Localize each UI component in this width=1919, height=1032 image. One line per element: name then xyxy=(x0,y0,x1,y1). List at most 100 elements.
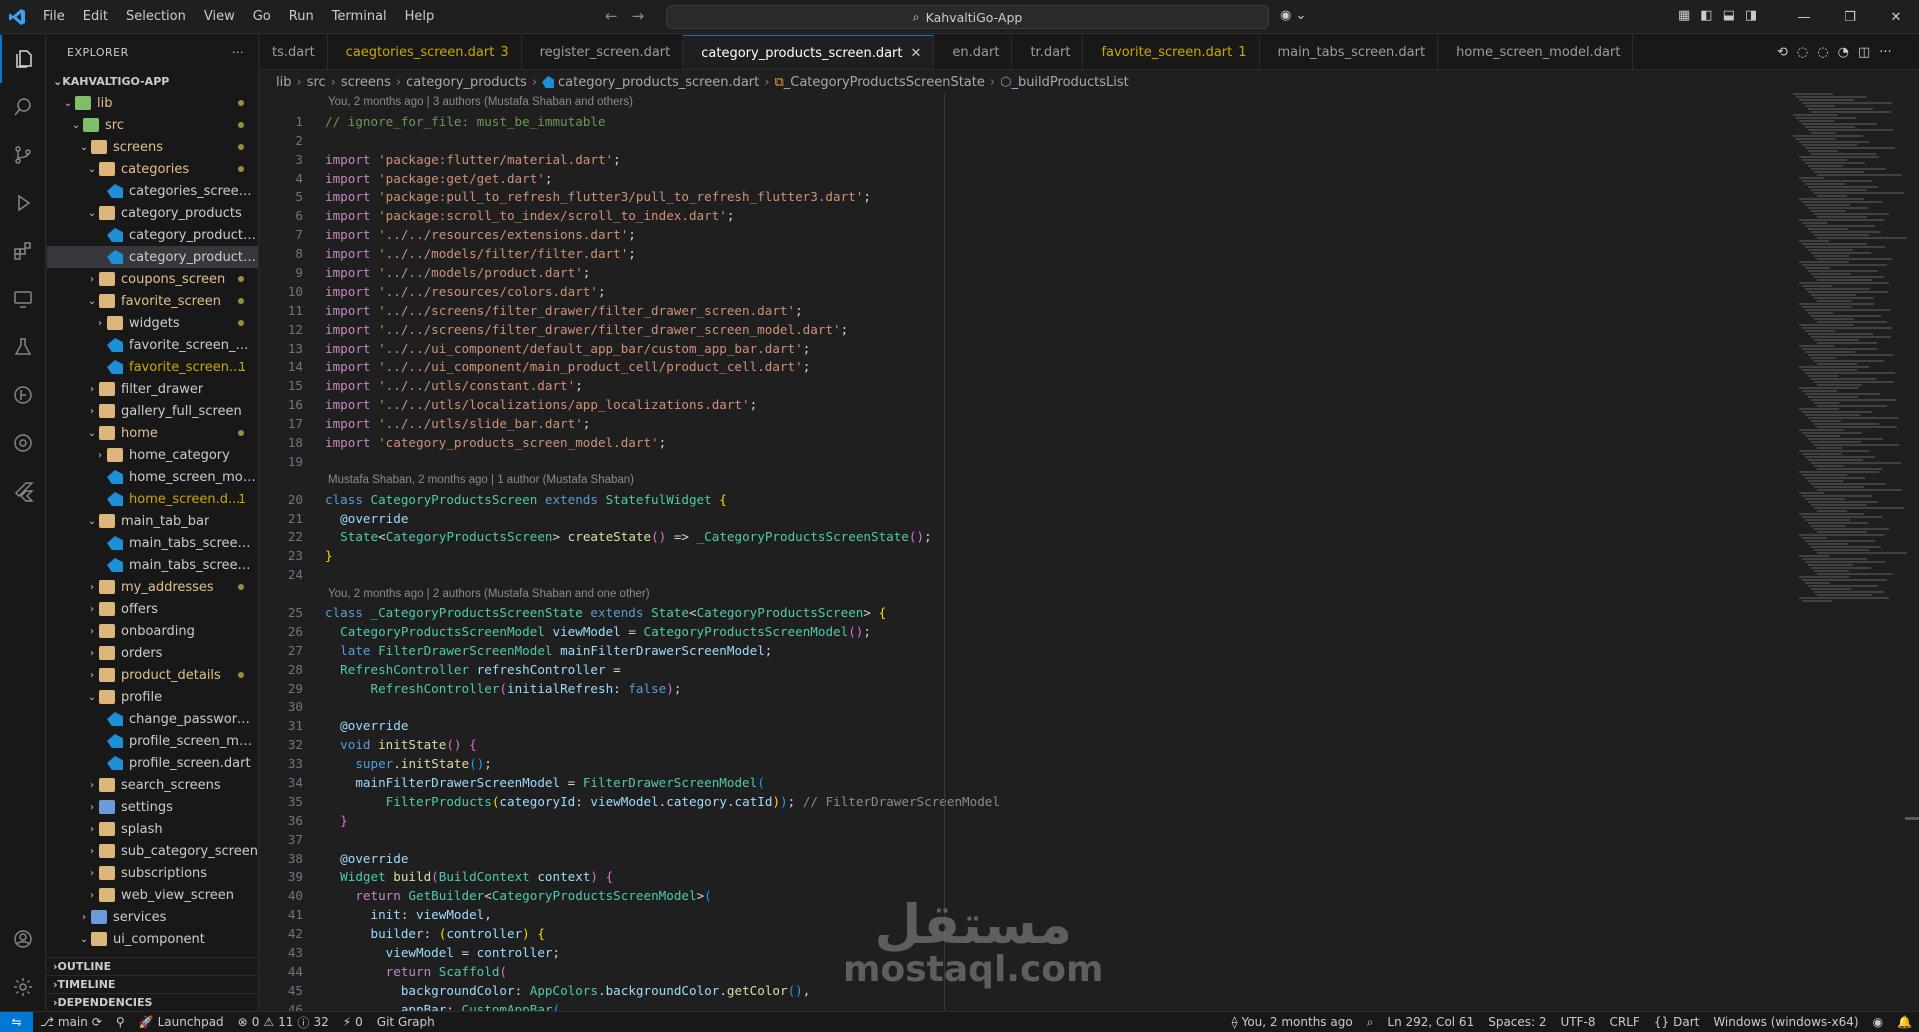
git-fetch-icon[interactable]: ⚲ xyxy=(109,1015,132,1029)
settings-gear-icon[interactable] xyxy=(0,963,46,1011)
explorer-icon[interactable] xyxy=(0,35,46,83)
folder-item[interactable]: ⌄ ui_component xyxy=(47,928,258,950)
section-dependencies[interactable]: › DEPENDENCIES xyxy=(47,993,258,1011)
folder-item[interactable]: › filter_drawer xyxy=(47,378,258,400)
breadcrumb-item[interactable]: src xyxy=(307,75,326,90)
testing-icon[interactable] xyxy=(0,323,46,371)
folder-item[interactable]: › coupons_screen xyxy=(47,268,258,290)
folder-item[interactable]: › search_screens xyxy=(47,774,258,796)
git-branch[interactable]: ⎇ main ⟳ xyxy=(33,1015,109,1029)
file-item[interactable]: category_products_... xyxy=(47,246,258,268)
cursor-position[interactable]: Ln 292, Col 61 xyxy=(1380,1015,1481,1029)
menu-item-view[interactable]: View xyxy=(195,9,244,24)
file-item[interactable]: categories_screen_... xyxy=(47,180,258,202)
section-timeline[interactable]: › TIMELINE xyxy=(47,975,258,993)
tab-file[interactable]: caegtories_screen.dart 3 xyxy=(328,35,522,69)
blame-annotation[interactable]: Mustafa Shaban, 2 months ago | 1 author … xyxy=(260,471,1760,490)
folder-item[interactable]: › splash xyxy=(47,818,258,840)
notifications-bell-icon[interactable]: 🔔 xyxy=(1890,1015,1919,1029)
menu-item-terminal[interactable]: Terminal xyxy=(323,9,396,24)
run-debug-icon[interactable] xyxy=(0,179,46,227)
toggle-secondary-sidebar-icon[interactable]: ◨ xyxy=(1745,8,1757,23)
gitlens-icon[interactable] xyxy=(0,419,46,467)
tab-file[interactable]: en.dart xyxy=(934,35,1013,69)
breadcrumb-item[interactable]: _buildProductsList xyxy=(1011,75,1128,90)
folder-item[interactable]: ⌄ src xyxy=(47,114,258,136)
file-item[interactable]: main_tabs_screen_... xyxy=(47,532,258,554)
file-item[interactable]: main_tabs_screen.d... xyxy=(47,554,258,576)
file-item[interactable]: favorite_screen_mo... xyxy=(47,334,258,356)
split-editor-icon[interactable]: ◫ xyxy=(1858,45,1870,60)
tab-file[interactable]: favorite_screen.dart 1 xyxy=(1083,35,1260,69)
tab-active-file[interactable]: category_products_screen.dart ✕ xyxy=(683,35,935,69)
tab-file[interactable]: ts.dart xyxy=(260,35,328,69)
next-change-icon[interactable]: ◌ xyxy=(1817,45,1828,60)
tab-file[interactable]: home_screen_model.dart xyxy=(1438,35,1634,69)
tab-file[interactable]: register_screen.dart xyxy=(522,35,684,69)
close-window-icon[interactable]: ✕ xyxy=(1873,0,1919,34)
folder-item[interactable]: ⌄ favorite_screen xyxy=(47,290,258,312)
file-item[interactable]: category_products_... xyxy=(47,224,258,246)
menu-item-go[interactable]: Go xyxy=(244,9,280,24)
gitlens-inspect-icon[interactable]: ◔ xyxy=(1838,45,1849,60)
folder-item[interactable]: › settings xyxy=(47,796,258,818)
zoom-icon[interactable]: ⌕ xyxy=(1360,1015,1381,1030)
folder-item[interactable]: › my_addresses xyxy=(47,576,258,598)
menu-item-edit[interactable]: Edit xyxy=(74,9,117,24)
problems-indicator[interactable]: ⊗ 0 ⚠ 11 ⓘ 32 xyxy=(231,1014,336,1031)
file-item[interactable]: favorite_screen.... 1 xyxy=(47,356,258,378)
file-item[interactable]: home_screen_mod... xyxy=(47,466,258,488)
breadcrumb-item[interactable]: _CategoryProductsScreenState xyxy=(784,75,985,90)
customize-layout-icon[interactable]: ▦ xyxy=(1678,8,1690,23)
file-item[interactable]: profile_screen_mod... xyxy=(47,730,258,752)
folder-item[interactable]: › services xyxy=(47,906,258,928)
remote-indicator-icon[interactable]: ⇋ xyxy=(0,1011,33,1032)
indentation[interactable]: Spaces: 2 xyxy=(1481,1015,1553,1029)
forward-arrow-icon[interactable]: → xyxy=(632,7,645,25)
language-mode[interactable]: {} Dart xyxy=(1647,1015,1707,1029)
blame-annotation[interactable]: You, 2 months ago | 3 authors (Mustafa S… xyxy=(260,93,1760,112)
copilot-status-icon[interactable]: ◉ xyxy=(1866,1015,1890,1029)
end-of-line[interactable]: CRLF xyxy=(1603,1015,1647,1029)
breadcrumb-item[interactable]: lib xyxy=(276,75,291,90)
folder-item[interactable]: › orders xyxy=(47,642,258,664)
more-editor-actions-icon[interactable]: ··· xyxy=(1879,45,1891,60)
copilot-icon[interactable]: ◉ ⌄ xyxy=(1280,8,1306,23)
minimize-icon[interactable]: — xyxy=(1781,0,1827,34)
menu-item-selection[interactable]: Selection xyxy=(117,9,195,24)
command-center-search[interactable]: ⌕ KahvaltiGo-App xyxy=(666,5,1269,29)
toggle-primary-sidebar-icon[interactable]: ◧ xyxy=(1700,8,1712,23)
toggle-panel-icon[interactable]: ⬓ xyxy=(1723,8,1735,23)
menu-item-file[interactable]: File xyxy=(34,9,74,24)
tab-file[interactable]: main_tabs_screen.dart xyxy=(1260,35,1439,69)
folder-item[interactable]: ⌄ main_tab_bar xyxy=(47,510,258,532)
folder-item[interactable]: › web_view_screen xyxy=(47,884,258,906)
ports-indicator[interactable]: ⚡ 0 xyxy=(336,1015,370,1029)
folder-item[interactable]: › offers xyxy=(47,598,258,620)
folder-item[interactable]: ⌄ home xyxy=(47,422,258,444)
tab-file[interactable]: tr.dart xyxy=(1012,35,1084,69)
blame-status[interactable]: ⟠ You, 2 months ago xyxy=(1225,1015,1360,1029)
folder-item[interactable]: ⌄ profile xyxy=(47,686,258,708)
workspace-root[interactable]: ⌄ KAHVALTIGO-APP xyxy=(47,70,258,92)
git-graph-icon[interactable] xyxy=(0,371,46,419)
breadcrumb-item[interactable]: category_products xyxy=(406,75,527,90)
file-item[interactable]: home_screen.d... 1 xyxy=(47,488,258,510)
folder-item[interactable]: › product_details xyxy=(47,664,258,686)
encoding[interactable]: UTF-8 xyxy=(1554,1015,1603,1029)
accounts-icon[interactable] xyxy=(0,915,46,963)
previous-change-icon[interactable]: ◌ xyxy=(1797,45,1808,60)
folder-item[interactable]: ⌄ screens xyxy=(47,136,258,158)
folder-item[interactable]: › home_category xyxy=(47,444,258,466)
flutter-device[interactable]: Windows (windows-x64) xyxy=(1706,1015,1865,1029)
breadcrumb-item[interactable]: category_products_screen.dart xyxy=(558,75,759,90)
minimap[interactable] xyxy=(1793,93,1907,1011)
file-item[interactable]: profile_screen.dart xyxy=(47,752,258,774)
flutter-icon[interactable] xyxy=(0,467,46,515)
menu-item-help[interactable]: Help xyxy=(396,9,444,24)
search-view-icon[interactable] xyxy=(0,83,46,131)
folder-item[interactable]: › gallery_full_screen xyxy=(47,400,258,422)
breadcrumb-item[interactable]: screens xyxy=(341,75,391,90)
more-actions-icon[interactable]: ··· xyxy=(232,46,244,59)
back-arrow-icon[interactable]: ← xyxy=(605,7,618,25)
